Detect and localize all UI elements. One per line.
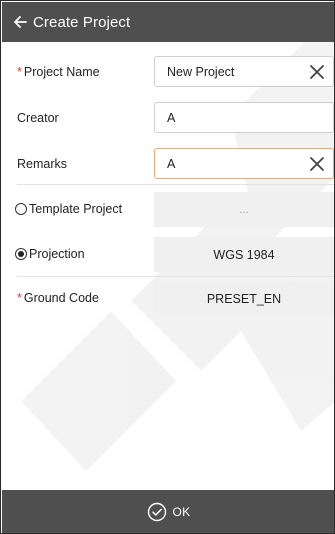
projection-label: Projection [29, 247, 85, 261]
project-name-value: New Project [167, 64, 235, 79]
ground-code-value: PRESET_EN [206, 291, 282, 306]
project-name-input[interactable]: New Project [154, 56, 334, 87]
creator-label: Creator [17, 110, 59, 125]
ground-code-selector[interactable]: PRESET_EN [154, 281, 334, 316]
template-project-radio[interactable]: Template Project [15, 202, 122, 216]
template-project-selector[interactable]: ... [154, 192, 334, 227]
projection-row: Projection WGS 1984 [1, 237, 334, 272]
page-title: Create Project [33, 13, 131, 31]
project-name-label-text: Project Name [23, 64, 100, 79]
remarks-row: Remarks A [1, 148, 334, 179]
remarks-input[interactable]: A [154, 148, 334, 179]
check-circle-icon [147, 502, 166, 522]
template-project-value: ... [239, 203, 249, 216]
creator-value: A [167, 110, 176, 125]
app-window: Create Project * Project Name New Project… [0, 0, 335, 534]
back-button[interactable] [2, 2, 28, 42]
radio-unchecked-icon [15, 203, 27, 215]
template-project-label: Template Project [29, 202, 123, 216]
projection-selector[interactable]: WGS 1984 [154, 237, 334, 272]
clear-icon[interactable] [308, 155, 326, 173]
creator-row: Creator A [1, 102, 334, 133]
template-project-row: Template Project ... [1, 192, 334, 227]
ground-code-row: * Ground Code PRESET_EN [1, 281, 334, 316]
ground-code-label-text: Ground Code [23, 291, 99, 305]
required-mark: * [17, 64, 22, 79]
title-bar: Create Project [2, 2, 334, 42]
ground-code-label: * Ground Code [17, 291, 99, 305]
ok-label: OK [172, 505, 191, 519]
radio-checked-icon [15, 248, 27, 260]
ok-button[interactable]: OK [2, 490, 334, 533]
required-mark: * [17, 291, 22, 305]
divider [17, 184, 334, 185]
project-name-row: * Project Name New Project [1, 56, 334, 87]
arrow-left-icon [14, 16, 27, 28]
clear-icon[interactable] [308, 63, 326, 81]
projection-radio[interactable]: Projection [15, 247, 85, 261]
creator-input[interactable]: A [154, 102, 334, 133]
remarks-value: A [167, 156, 176, 171]
remarks-label: Remarks [17, 156, 68, 171]
project-name-label: * Project Name [17, 65, 100, 79]
divider [17, 276, 334, 277]
projection-value: WGS 1984 [213, 247, 275, 262]
